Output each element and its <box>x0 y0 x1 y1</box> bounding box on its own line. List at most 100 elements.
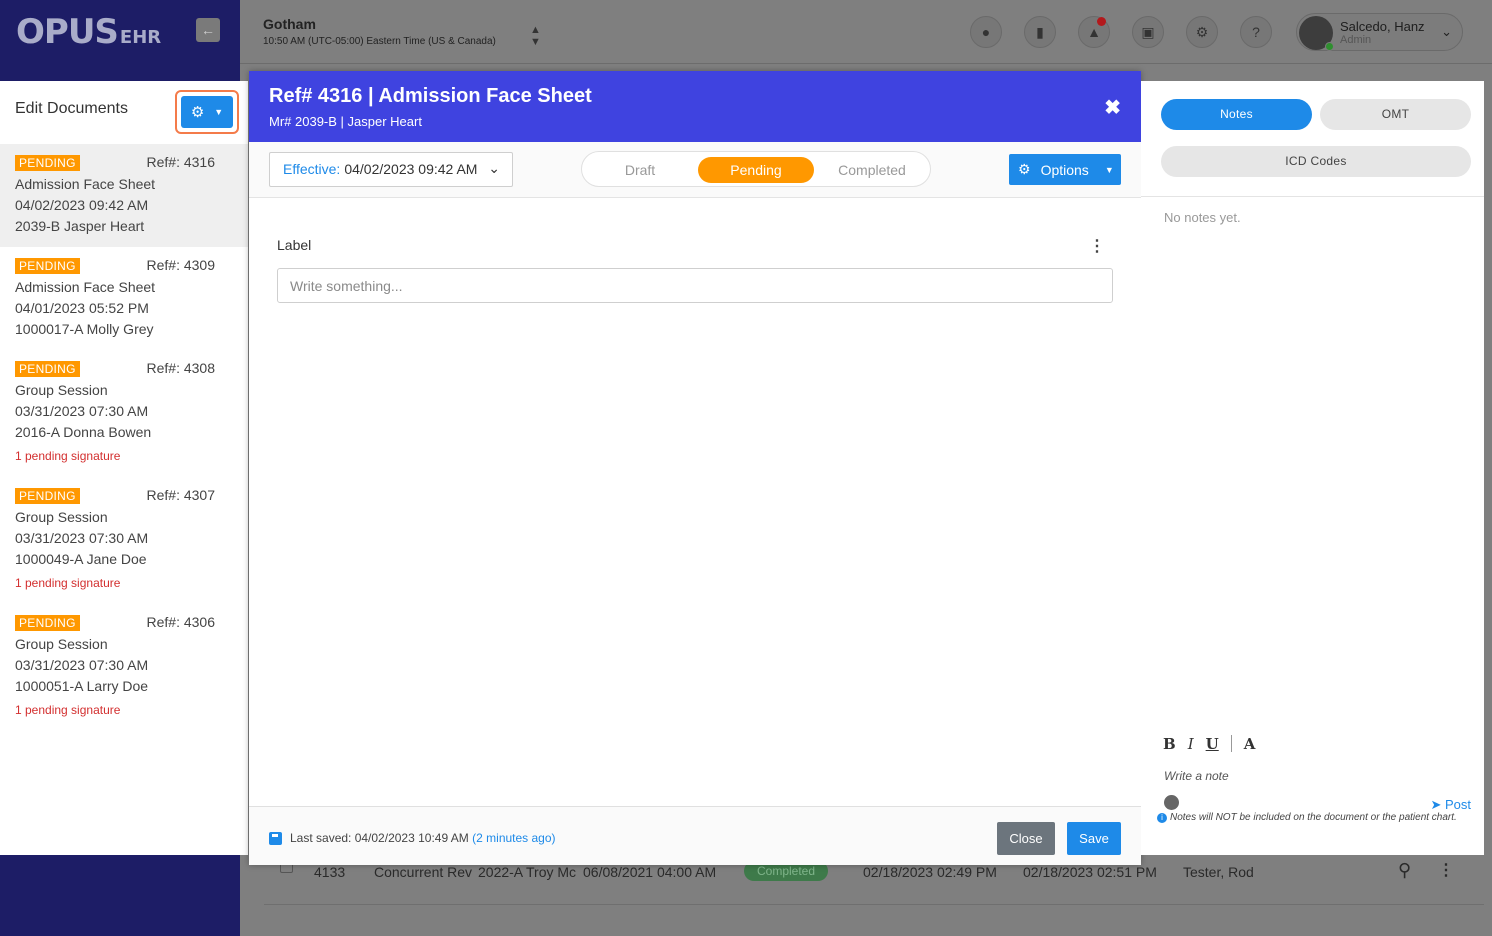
effective-date-picker[interactable]: Effective: 04/02/2023 09:42 AM ⌄ <box>269 152 513 187</box>
doc-ref: Ref#: 4308 <box>146 360 216 376</box>
modal-footer: Last saved: 04/02/2023 10:49 AM (2 minut… <box>249 806 1141 865</box>
row-type: Concurrent Rev <box>374 864 473 880</box>
row-date: 06/08/2021 04:00 AM <box>583 864 717 880</box>
effective-label: Effective: <box>283 161 341 177</box>
emoji-icon[interactable] <box>1164 795 1179 810</box>
gear-icon: ⚙ <box>190 104 205 121</box>
tab-omt[interactable]: OMT <box>1320 99 1471 130</box>
toolbar-separator <box>1230 735 1232 752</box>
kebab-menu-icon[interactable]: ⋮ <box>1089 236 1105 256</box>
doc-date: 03/31/2023 07:30 AM <box>15 657 149 673</box>
last-saved-info: Last saved: 04/02/2023 10:49 AM (2 minut… <box>269 831 556 845</box>
tab-notes[interactable]: Notes <box>1161 99 1312 130</box>
doc-type: Admission Face Sheet <box>15 176 156 192</box>
format-toolbar: B I U A <box>1163 735 1255 753</box>
tab-icd-codes[interactable]: ICD Codes <box>1161 146 1471 177</box>
clipboard-icon[interactable]: ▣ <box>1132 16 1164 48</box>
online-status-dot <box>1325 42 1334 51</box>
list-item[interactable]: PENDING Ref#: 4307 Group Session 03/31/2… <box>0 477 248 604</box>
user-role: Admin <box>1340 34 1372 46</box>
bold-button[interactable]: B <box>1163 735 1176 753</box>
book-icon[interactable]: ▮ <box>1024 16 1056 48</box>
status-toggle: Draft Pending Completed <box>581 151 931 187</box>
doc-ref: Ref#: 4309 <box>146 257 216 273</box>
notes-empty-text: No notes yet. <box>1164 210 1241 225</box>
bell-icon[interactable]: ▲ <box>1078 16 1110 48</box>
doc-type: Admission Face Sheet <box>15 279 156 295</box>
list-item[interactable]: PENDING Ref#: 4306 Group Session 03/31/2… <box>0 604 248 731</box>
info-icon: i <box>1157 813 1167 823</box>
chevron-down-icon: ⌄ <box>488 160 500 176</box>
notes-panel: Notes OMT ICD Codes No notes yet. B I U … <box>1141 81 1484 855</box>
status-badge: PENDING <box>15 615 80 631</box>
status-option-pending[interactable]: Pending <box>698 157 814 183</box>
collapse-sidebar-button[interactable]: ← <box>196 18 220 42</box>
status-option-draft[interactable]: Draft <box>582 157 698 183</box>
modal-header: Ref# 4316 | Admission Face Sheet Mr# 203… <box>249 71 1141 142</box>
doc-patient: 1000051-A Larry Doe <box>15 678 149 694</box>
top-icon-bar: ● ▮ ▲ ▣ ⚙ ? <box>970 16 1272 48</box>
modal-body: Label ⋮ <box>249 198 1141 807</box>
doc-patient: 2039-B Jasper Heart <box>15 218 145 234</box>
facility-name: Gotham <box>263 16 316 32</box>
notes-warning: i Notes will NOT be included on the docum… <box>1157 810 1479 825</box>
pending-signature-note: 1 pending signature <box>15 703 121 717</box>
chat-icon[interactable]: ● <box>970 16 1002 48</box>
close-button[interactable]: Close <box>997 822 1055 855</box>
doc-type: Group Session <box>15 636 108 652</box>
help-icon[interactable]: ? <box>1240 16 1272 48</box>
saved-ago-text: (2 minutes ago) <box>472 831 556 845</box>
row-patient: 2022-A Troy Mc <box>478 864 577 880</box>
status-badge: PENDING <box>15 488 80 504</box>
edit-documents-panel: Edit Documents ⚙ ▼ PENDING Ref#: 4316 Ad… <box>0 81 248 855</box>
user-menu[interactable]: Salcedo, Hanz Admin ⌄ <box>1296 13 1463 51</box>
row-created: 02/18/2023 02:49 PM <box>863 864 997 880</box>
caret-down-icon: ▼ <box>1104 164 1114 175</box>
options-button[interactable]: ⚙ Options ▼ <box>1009 154 1121 185</box>
status-badge: PENDING <box>15 258 80 274</box>
kebab-menu-icon[interactable]: ⋮ <box>1438 860 1454 880</box>
divider <box>1141 196 1484 197</box>
doc-date: 03/31/2023 07:30 AM <box>15 530 149 546</box>
close-icon[interactable]: ✖ <box>1104 95 1121 120</box>
status-option-completed[interactable]: Completed <box>814 157 930 183</box>
doc-ref: Ref#: 4316 <box>146 154 216 170</box>
gear-icon[interactable]: ⚙ <box>1186 16 1218 48</box>
note-input[interactable]: Write a note <box>1164 769 1229 783</box>
font-button[interactable]: A <box>1244 735 1256 753</box>
caret-down-icon: ▼ <box>214 107 224 117</box>
modal-toolbar: Effective: 04/02/2023 09:42 AM ⌄ Draft Pe… <box>249 142 1141 198</box>
doc-patient: 2016-A Donna Bowen <box>15 424 152 440</box>
pending-signature-note: 1 pending signature <box>15 576 121 590</box>
floppy-disk-icon <box>269 831 282 845</box>
chevron-down-icon: ⌄ <box>1441 24 1452 39</box>
facility-time: 10:50 AM (UTC-05:00) Eastern Time (US & … <box>263 36 496 47</box>
user-name: Salcedo, Hanz <box>1340 19 1425 34</box>
app-logo: OPUS EHR <box>16 12 162 52</box>
list-item[interactable]: PENDING Ref#: 4309 Admission Face Sheet … <box>0 247 248 350</box>
document-modal: Ref# 4316 | Admission Face Sheet Mr# 203… <box>249 71 1141 865</box>
document-list: PENDING Ref#: 4316 Admission Face Sheet … <box>0 144 248 731</box>
label-field[interactable] <box>277 268 1113 303</box>
list-item[interactable]: PENDING Ref#: 4316 Admission Face Sheet … <box>0 144 248 247</box>
facility-selector[interactable]: Gotham 10:50 AM (UTC-05:00) Eastern Time… <box>263 16 496 47</box>
facility-sort-icon[interactable]: ▲ ▼ <box>530 24 541 48</box>
doc-date: 04/02/2023 09:42 AM <box>15 197 149 213</box>
underline-button[interactable]: U <box>1206 735 1219 753</box>
list-item[interactable]: PENDING Ref#: 4308 Group Session 03/31/2… <box>0 350 248 477</box>
doc-type: Group Session <box>15 382 108 398</box>
pending-signature-note: 1 pending signature <box>15 449 121 463</box>
settings-dropdown-button[interactable]: ⚙ ▼ <box>181 96 233 128</box>
doc-date: 03/31/2023 07:30 AM <box>15 403 149 419</box>
effective-value: 04/02/2023 09:42 AM <box>344 161 478 177</box>
doc-type: Group Session <box>15 509 108 525</box>
zoom-icon[interactable]: ⚲ <box>1398 860 1411 881</box>
doc-patient: 1000049-A Jane Doe <box>15 551 147 567</box>
topbar: Gotham 10:50 AM (UTC-05:00) Eastern Time… <box>240 0 1492 64</box>
save-button[interactable]: Save <box>1067 822 1121 855</box>
doc-ref: Ref#: 4307 <box>146 487 216 503</box>
status-badge: PENDING <box>15 361 80 377</box>
row-updated: 02/18/2023 02:51 PM <box>1023 864 1157 880</box>
note-editor: B I U A Write a note ➤ Post i Notes will … <box>1153 727 1481 853</box>
italic-button[interactable]: I <box>1188 735 1194 753</box>
